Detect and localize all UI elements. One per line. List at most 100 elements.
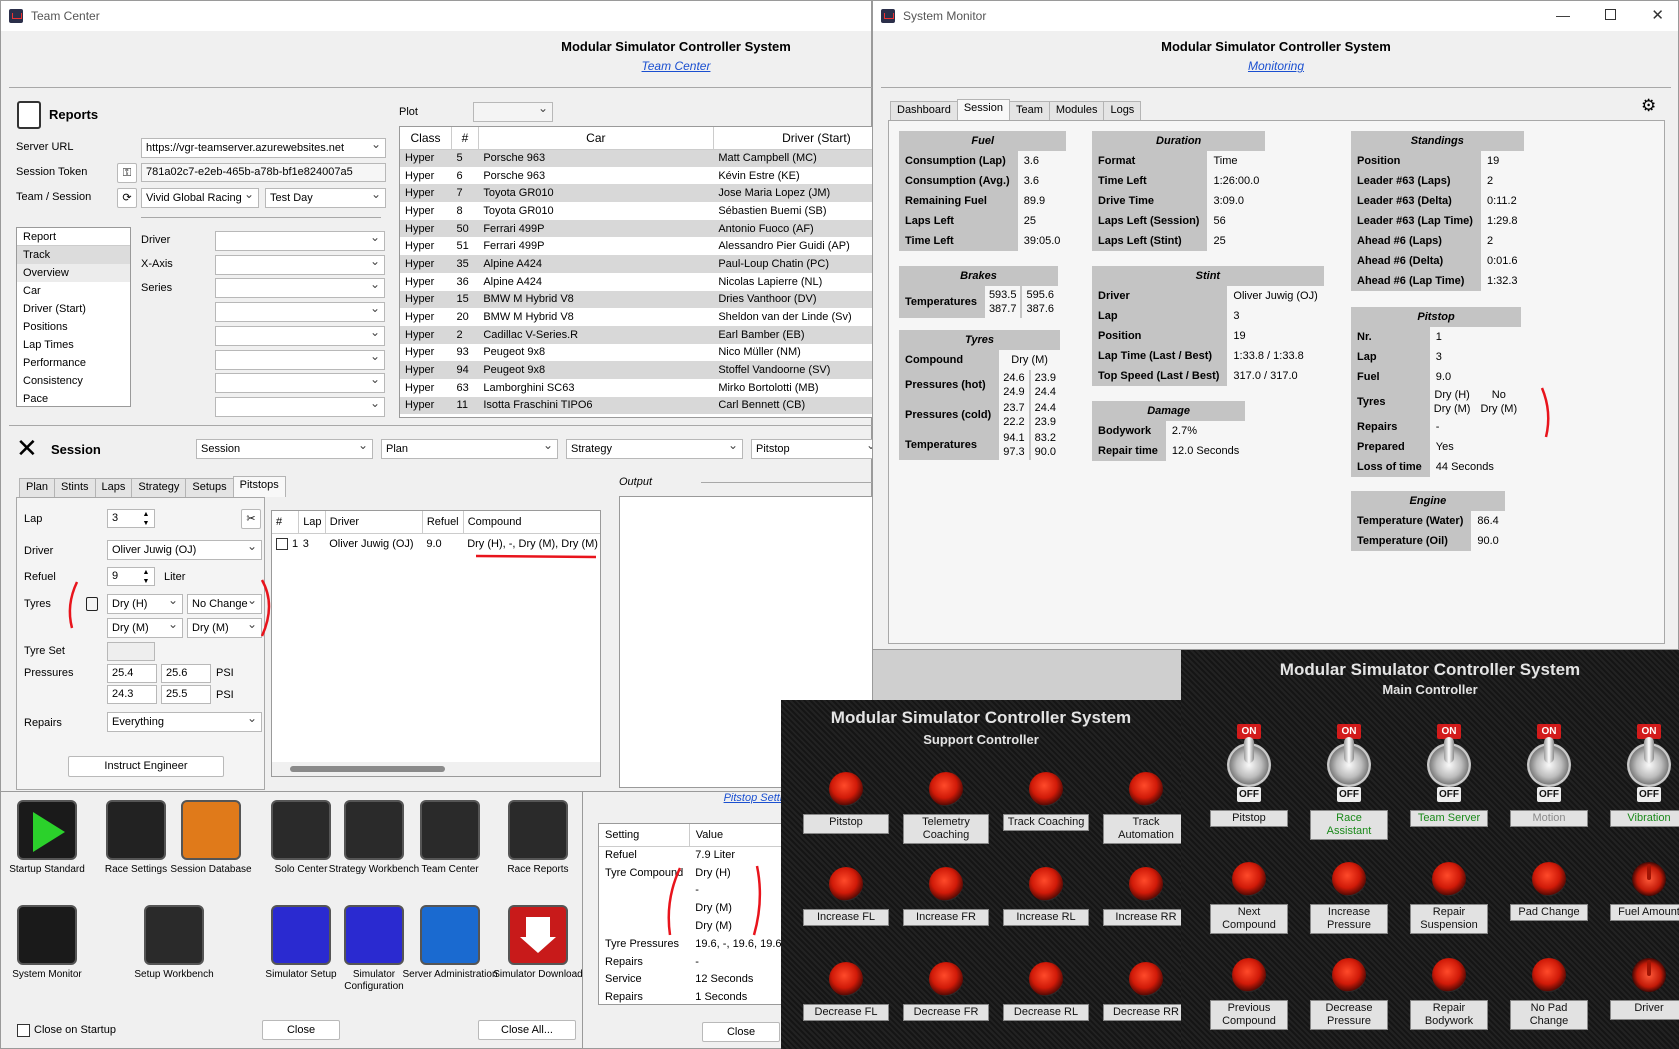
table-row[interactable]: Hyper 8 Toyota GR010 Sébastien Buemi (SB) (400, 202, 872, 220)
report-option-dropdown[interactable] (215, 254, 385, 275)
results-table[interactable]: Class # Car Driver (Start) Hyper 5 Porsche 963… (399, 126, 873, 418)
startup-icon[interactable] (17, 800, 77, 860)
control-led[interactable] (1232, 958, 1266, 992)
table-row[interactable]: Hyper 2 Cadillac V-Series.R Earl Bamber (EB… (400, 325, 872, 344)
toggle-switch[interactable]: ON OFF (1625, 724, 1671, 802)
monitor-icon[interactable] (17, 905, 77, 965)
column-header[interactable]: Compound (463, 511, 600, 534)
table-row[interactable]: Hyper 63 Lamborghini SC63 Mirko Bortolotti … (400, 378, 872, 397)
session-dropdown[interactable]: Test Day (265, 188, 386, 208)
table-row[interactable]: Repairs - (599, 953, 787, 971)
toggle-switch[interactable]: ON OFF (1525, 724, 1571, 802)
header-link[interactable]: Team Center (576, 59, 776, 73)
support-button-label[interactable]: Decrease FL (803, 1004, 889, 1021)
column-header[interactable]: Driver (325, 511, 423, 534)
support-led[interactable] (1129, 962, 1163, 996)
table-row[interactable]: Hyper 50 Ferrari 499P Antonio Fuoco (AF) (400, 219, 872, 238)
toggle-switch[interactable]: ON OFF (1225, 724, 1271, 802)
tab-session[interactable]: Session (956, 99, 1010, 120)
tab-setups[interactable]: Setups (185, 478, 234, 497)
toggle-switch[interactable]: ON OFF (1425, 724, 1471, 802)
table-row[interactable]: Hyper 20 BMW M Hybrid V8 Sheldon van der Li… (400, 308, 872, 326)
strategy-icon[interactable] (344, 800, 404, 860)
report-list-item[interactable]: Pace (17, 390, 130, 406)
tyre-set-input[interactable] (107, 642, 155, 661)
control-button-label[interactable]: No Pad Change (1510, 1000, 1588, 1030)
server-url-field[interactable]: https://vgr-teamserver.azurewebsites.net (141, 138, 386, 158)
table-row[interactable]: Hyper 5 Porsche 963 Matt Campbell (MC) (400, 149, 872, 167)
settings-table[interactable]: Setting Value Refuel 7.9 Liter Tyre Compound… (598, 823, 788, 1005)
race-settings-icon[interactable] (106, 800, 166, 860)
control-button-label[interactable]: Repair Suspension (1410, 904, 1488, 934)
system-monitor-titlebar[interactable]: System Monitor — ✕ (873, 1, 1678, 31)
support-button-label[interactable]: Increase RL (1003, 909, 1089, 926)
report-option-dropdown[interactable] (215, 373, 385, 394)
column-header[interactable]: Value (689, 824, 787, 847)
support-button-label[interactable]: Decrease RL (1003, 1004, 1089, 1021)
tab-stints[interactable]: Stints (54, 478, 96, 497)
table-row[interactable]: Hyper 6 Porsche 963 Kévin Estre (KE) (400, 166, 872, 185)
table-row[interactable]: Hyper 93 Peugeot 9x8 Nico Müller (NM) (400, 343, 872, 362)
report-option-dropdown[interactable] (215, 396, 385, 417)
pressure-rr-input[interactable]: 25.5 (161, 685, 211, 704)
column-header[interactable]: Setting (599, 824, 690, 847)
tyre-rl-dropdown[interactable]: Dry (M) (107, 618, 183, 638)
pitstop-menu[interactable]: Pitstop (751, 439, 881, 459)
horizontal-scrollbar[interactable] (272, 762, 600, 776)
report-list[interactable]: Report Track Overview Car Driver (Start) Posi… (16, 227, 131, 407)
minimize-icon[interactable]: — (1556, 7, 1570, 23)
control-button-label[interactable]: Next Compound (1210, 904, 1288, 934)
control-button-label[interactable]: Pad Change (1510, 904, 1588, 921)
control-button-label[interactable]: Increase Pressure (1310, 904, 1388, 934)
tyre-fl-dropdown[interactable]: Dry (H) (107, 594, 183, 614)
support-button-label[interactable]: Increase RR (1103, 909, 1189, 926)
tab-team[interactable]: Team (1008, 101, 1050, 120)
setup-icon[interactable] (144, 905, 204, 965)
support-button-label[interactable]: Pitstop (803, 814, 889, 834)
column-header[interactable]: Lap (298, 511, 326, 534)
gear-icon[interactable]: ⚙ (1641, 96, 1656, 116)
table-row[interactable]: - (599, 882, 787, 900)
report-list-item[interactable]: Performance (17, 354, 130, 372)
column-header[interactable]: # (451, 127, 479, 150)
control-button-label[interactable]: Decrease Pressure (1310, 1000, 1388, 1030)
control-button-label[interactable]: Fuel Amount (1610, 904, 1679, 921)
report-list-item[interactable]: Positions (17, 318, 130, 336)
control-led[interactable] (1332, 862, 1366, 896)
driver-dropdown[interactable]: Oliver Juwig (OJ) (107, 540, 262, 560)
team-center-titlebar[interactable]: Team Center (1, 1, 871, 31)
table-row[interactable]: Hyper 36 Alpine A424 Nicolas Lapierre (NL) (400, 272, 872, 291)
control-led[interactable] (1232, 862, 1266, 896)
support-button-label[interactable]: Increase FL (803, 909, 889, 926)
strategy-menu[interactable]: Strategy (566, 439, 743, 459)
table-row[interactable]: Refuel 7.9 Liter (599, 846, 787, 864)
plot-dropdown[interactable] (473, 102, 553, 122)
report-list-item[interactable]: Consistency (17, 372, 130, 390)
sim-config-icon[interactable] (344, 905, 404, 965)
support-button-label[interactable]: Track Automation (1103, 814, 1189, 844)
maximize-icon[interactable] (1605, 9, 1616, 20)
support-led[interactable] (1029, 962, 1063, 996)
control-led[interactable] (1532, 958, 1566, 992)
tab-dashboard[interactable]: Dashboard (890, 101, 958, 120)
pressure-fl-input[interactable]: 25.4 (107, 664, 157, 683)
table-row[interactable]: Hyper 11 Isotta Fraschini TIPO6 Carl Bennet… (400, 396, 872, 415)
stepper-icon[interactable]: ▲ ▼ (139, 568, 153, 586)
support-button-label[interactable]: Track Coaching (1003, 814, 1089, 831)
support-led[interactable] (929, 962, 963, 996)
refresh-icon[interactable]: ⟳ (117, 188, 137, 208)
repairs-dropdown[interactable]: Everything (107, 712, 262, 732)
header-link[interactable]: Monitoring (1176, 59, 1376, 73)
pressure-fr-input[interactable]: 25.6 (161, 664, 211, 683)
settings-close-button[interactable]: Close (702, 1022, 780, 1042)
support-led[interactable] (1129, 772, 1163, 806)
sim-setup-icon[interactable] (271, 905, 331, 965)
rotary-knob[interactable] (1632, 862, 1666, 896)
report-option-dropdown[interactable] (215, 349, 385, 370)
report-list-item[interactable]: Car (17, 282, 130, 300)
table-row[interactable]: Hyper 15 BMW M Hybrid V8 Dries Vanthoor (DV… (400, 290, 872, 309)
download-icon[interactable] (508, 905, 568, 965)
control-led[interactable] (1532, 862, 1566, 896)
pressure-rl-input[interactable]: 24.3 (107, 685, 157, 704)
table-row[interactable]: Hyper 94 Peugeot 9x8 Stoffel Vandoorne (SV) (400, 361, 872, 379)
